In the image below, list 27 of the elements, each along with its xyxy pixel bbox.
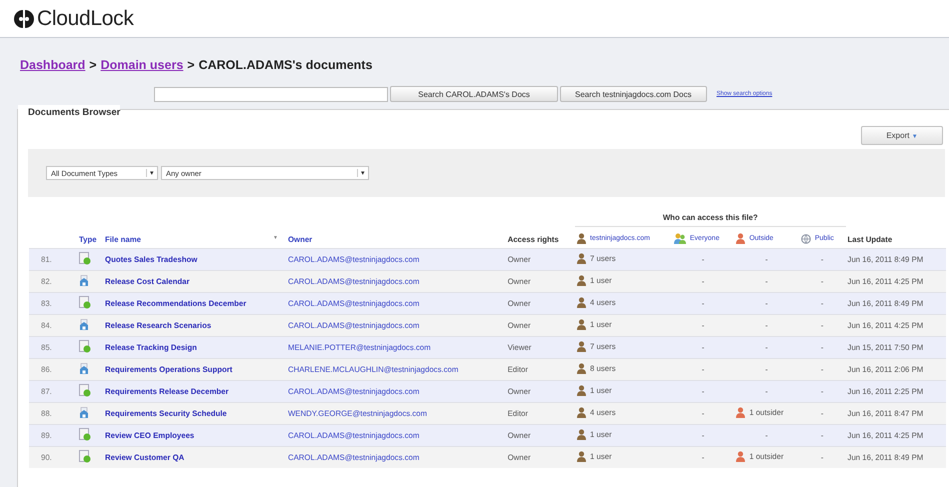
- person-icon: [577, 275, 586, 286]
- logo-text: CloudLock: [37, 6, 134, 30]
- person-icon: [577, 385, 586, 396]
- person-icon: [577, 407, 586, 418]
- panel-title: Documents Browser: [18, 105, 120, 118]
- breadcrumb-link[interactable]: Dashboard: [20, 58, 86, 72]
- person-icon: [577, 233, 586, 244]
- person-icon: [577, 363, 586, 374]
- person-icon: [577, 297, 586, 308]
- search-field[interactable]: [154, 86, 388, 102]
- search-button[interactable]: Search testninjagdocs.com Docs: [560, 86, 706, 102]
- people-icon: [674, 233, 686, 244]
- person-icon: [577, 451, 586, 462]
- globe-icon: [800, 234, 811, 244]
- breadcrumb-separator: >: [187, 58, 195, 72]
- person-icon: [736, 451, 746, 462]
- person-icon: [736, 233, 746, 244]
- logo-icon: [14, 8, 34, 28]
- breadcrumb-separator: >: [89, 58, 97, 72]
- person-icon: [577, 253, 586, 264]
- breadcrumb-link[interactable]: Domain users: [100, 58, 184, 72]
- breadcrumb-current: CAROL.ADAMS's documents: [198, 58, 372, 72]
- search-button[interactable]: Search CAROL.ADAMS's Docs: [390, 86, 558, 102]
- person-icon: [577, 341, 586, 352]
- person-icon: [577, 429, 586, 440]
- person-icon: [577, 319, 586, 330]
- person-icon: [736, 407, 746, 418]
